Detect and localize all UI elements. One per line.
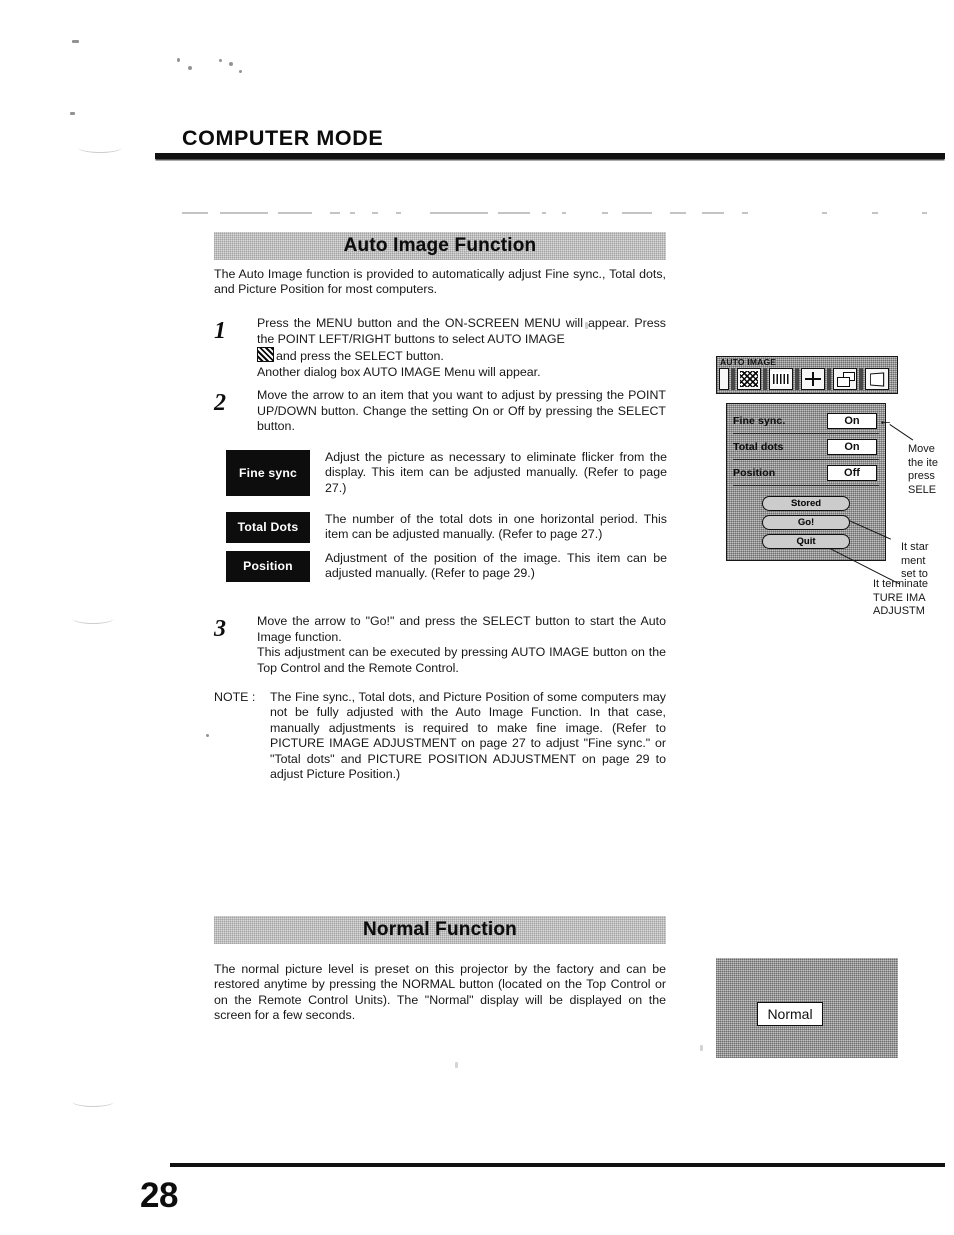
footer-rule xyxy=(170,1163,945,1167)
step-3-body: Move the arrow to "Go!" and press the SE… xyxy=(257,614,666,676)
definition-text-fine-sync: Adjust the picture as necessary to elimi… xyxy=(325,450,667,495)
section-heading-normal: Normal Function xyxy=(214,916,666,944)
note-label: NOTE : xyxy=(214,690,256,704)
auto-image-checker-icon xyxy=(257,347,274,363)
binding-shadow xyxy=(78,142,122,153)
step-1: 1 Press the MENU button and the ON-SCREE… xyxy=(214,316,666,380)
go-start-callout: It star ment set to xyxy=(901,541,929,581)
definition-row-fine-sync: Fine sync Adjust the picture as necessar… xyxy=(226,450,667,497)
osd-menubar-title: AUTO IMAGE xyxy=(720,357,777,367)
step-1-line1: Press the MENU button and the ON-SCREEN … xyxy=(257,316,666,346)
step-2: 2 Move the arrow to an item that you wan… xyxy=(214,388,666,435)
partial-left-icon[interactable] xyxy=(719,368,729,390)
osd-setting-label-fine-sync: Fine sync. xyxy=(733,414,786,427)
definition-row-position: Position Adjustment of the position of t… xyxy=(226,551,667,582)
osd-setting-position[interactable]: Position Off xyxy=(733,460,879,486)
osd-setting-fine-sync[interactable]: Fine sync. On ← xyxy=(733,408,893,434)
definition-row-total-dots: Total Dots The number of the total dots … xyxy=(226,512,667,543)
header-rule xyxy=(155,153,945,159)
note-body: The Fine sync., Total dots, and Picture … xyxy=(270,690,666,782)
section-heading-label-normal: Normal Function xyxy=(363,919,517,940)
step-1-line3: Another dialog box AUTO IMAGE Menu will … xyxy=(257,364,541,379)
scan-speck xyxy=(188,66,192,70)
osd-menubar: AUTO IMAGE xyxy=(716,356,898,394)
osd-setting-value-fine-sync[interactable]: On xyxy=(827,412,877,429)
normal-section-text: The normal picture level is preset on th… xyxy=(214,962,666,1023)
quit-terminate-callout: It terminate TURE IMA ADJUSTM xyxy=(873,578,929,618)
osd-setting-value-total-dots[interactable]: On xyxy=(827,438,877,455)
keystone-trapezoid-icon[interactable] xyxy=(865,368,889,390)
step-1-body: Press the MENU button and the ON-SCREEN … xyxy=(257,316,666,380)
scan-speck xyxy=(72,40,79,43)
icon-divider xyxy=(859,368,863,390)
step-1-line2: and press the SELECT button. xyxy=(276,349,444,364)
scan-speck xyxy=(206,734,209,737)
step-3-number: 3 xyxy=(214,616,226,642)
osd-setting-label-position: Position xyxy=(733,466,776,479)
step-3: 3 Move the arrow to "Go!" and press the … xyxy=(214,614,666,676)
normal-display-figure: Normal xyxy=(716,958,898,1058)
section-heading-auto-image: Auto Image Function xyxy=(214,232,666,260)
scan-speck xyxy=(177,58,180,62)
definition-text-position: Adjustment of the position of the image.… xyxy=(325,551,667,581)
icon-divider xyxy=(731,368,735,390)
scan-speck xyxy=(229,62,233,66)
definition-text-total-dots: The number of the total dots in one hori… xyxy=(325,512,667,542)
osd-icon-row xyxy=(719,368,889,390)
normal-display-box: Normal xyxy=(757,1002,823,1026)
screen-overlap-icon[interactable] xyxy=(833,368,857,390)
manual-page: COMPUTER MODE Auto Image Function The Au… xyxy=(0,0,954,1235)
auto-image-intro: The Auto Image function is provided to a… xyxy=(214,267,666,297)
chapter-title: COMPUTER MODE xyxy=(182,126,384,150)
step-1-number: 1 xyxy=(214,318,226,344)
page-number: 28 xyxy=(140,1176,178,1215)
total-dots-icon[interactable] xyxy=(769,368,793,390)
scan-dash-line xyxy=(182,212,942,215)
section-heading-label: Auto Image Function xyxy=(343,235,537,256)
definition-label-total-dots: Total Dots xyxy=(226,512,310,543)
binding-shadow xyxy=(72,1096,114,1107)
osd-button-area: Stored Go! Quit xyxy=(733,486,879,549)
icon-divider xyxy=(763,368,767,390)
scan-speck xyxy=(70,112,75,115)
step-2-body: Move the arrow to an item that you want … xyxy=(257,388,666,434)
note-block: NOTE : The Fine sync., Total dots, and P… xyxy=(214,690,666,782)
binding-shadow xyxy=(72,613,114,624)
osd-setting-total-dots[interactable]: Total dots On xyxy=(733,434,879,460)
osd-go-button[interactable]: Go! xyxy=(762,515,850,530)
osd-setting-value-position[interactable]: Off xyxy=(827,464,877,481)
move-arrow-callout: Move the ite press SELE xyxy=(908,443,938,496)
definition-label-position: Position xyxy=(226,551,310,582)
step-3-line1: Move the arrow to "Go!" and press the SE… xyxy=(257,614,666,644)
osd-quit-button[interactable]: Quit xyxy=(762,534,850,549)
osd-stored-button[interactable]: Stored xyxy=(762,496,850,511)
scan-speck xyxy=(219,59,222,62)
definition-label-fine-sync: Fine sync xyxy=(226,450,310,497)
step-2-number: 2 xyxy=(214,390,226,416)
scan-speck xyxy=(239,70,242,73)
auto-image-dialog: Fine sync. On ← Total dots On Position O… xyxy=(726,403,893,561)
scan-speck xyxy=(455,1062,458,1068)
icon-divider xyxy=(827,368,831,390)
position-arrows-icon[interactable] xyxy=(801,368,825,390)
icon-divider xyxy=(795,368,799,390)
fine-sync-wave-icon[interactable] xyxy=(737,368,761,390)
scan-speck xyxy=(700,1045,703,1051)
osd-setting-label-total-dots: Total dots xyxy=(733,440,784,453)
step-3-line2: This adjustment can be executed by press… xyxy=(257,645,666,675)
